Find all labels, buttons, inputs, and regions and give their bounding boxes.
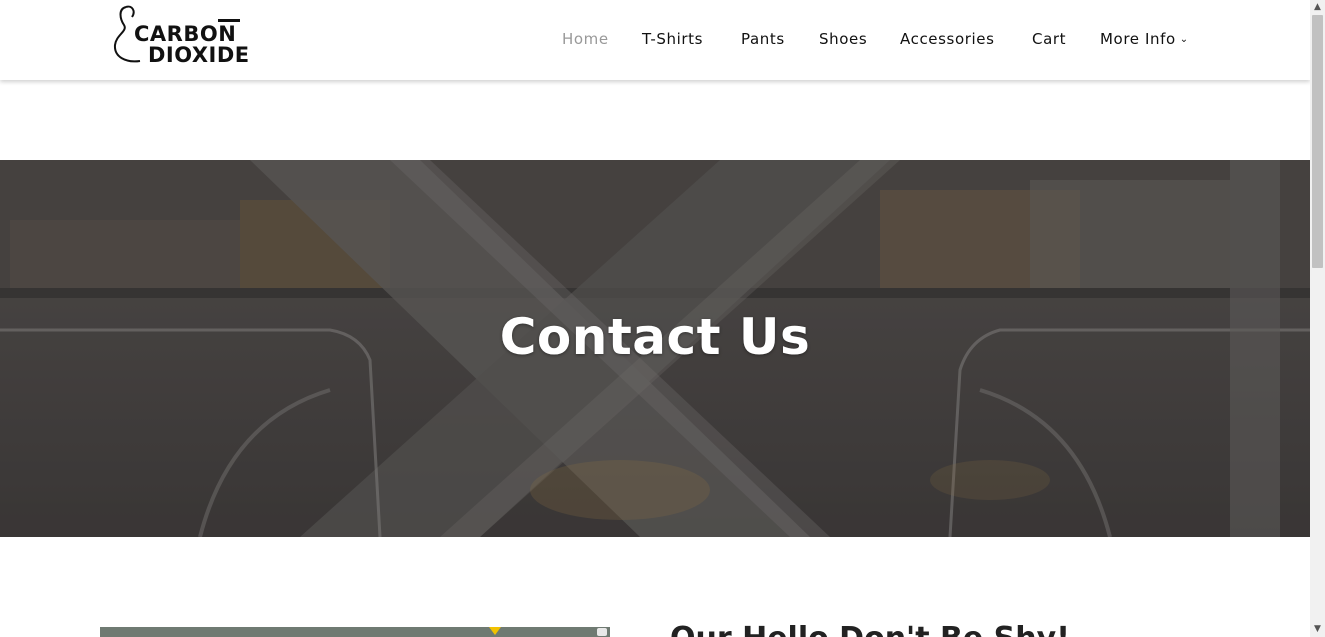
nav-t-shirts[interactable]: T-Shirts <box>642 30 703 48</box>
nav-cart[interactable]: Cart <box>1032 30 1066 48</box>
nav-accessories[interactable]: Accessories <box>900 30 995 48</box>
page-scrollbar[interactable]: ▲ ▼ <box>1310 0 1325 637</box>
logo-line-1: CARBON <box>134 22 237 46</box>
map-pin-icon <box>489 627 501 635</box>
hero-title: Contact Us <box>499 308 811 366</box>
contact-heading: Our Hello Don't Be Shy! <box>670 624 1070 637</box>
nav-home[interactable]: Home <box>562 30 609 48</box>
hero-banner: Contact Us <box>0 160 1310 537</box>
logo-line-2: DIOXIDE <box>148 43 250 67</box>
location-map[interactable] <box>100 627 610 637</box>
chevron-down-icon: ⌄ <box>1179 34 1189 45</box>
site-header: CARBON DIOXIDE Home T-Shirts Pants Shoes… <box>0 0 1310 80</box>
logo[interactable]: CARBON DIOXIDE <box>112 5 257 71</box>
nav-more-info[interactable]: More Info ⌄ <box>1100 30 1189 48</box>
scroll-down-arrow-icon[interactable]: ▼ <box>1310 622 1325 637</box>
nav-pants[interactable]: Pants <box>741 30 785 48</box>
scroll-up-arrow-icon[interactable]: ▲ <box>1310 0 1325 15</box>
map-fullscreen-button[interactable] <box>597 628 607 636</box>
nav-shoes[interactable]: Shoes <box>819 30 867 48</box>
scrollbar-thumb[interactable] <box>1312 15 1323 268</box>
page: CARBON DIOXIDE Home T-Shirts Pants Shoes… <box>0 0 1310 637</box>
nav-more-info-label: More Info <box>1100 30 1176 48</box>
